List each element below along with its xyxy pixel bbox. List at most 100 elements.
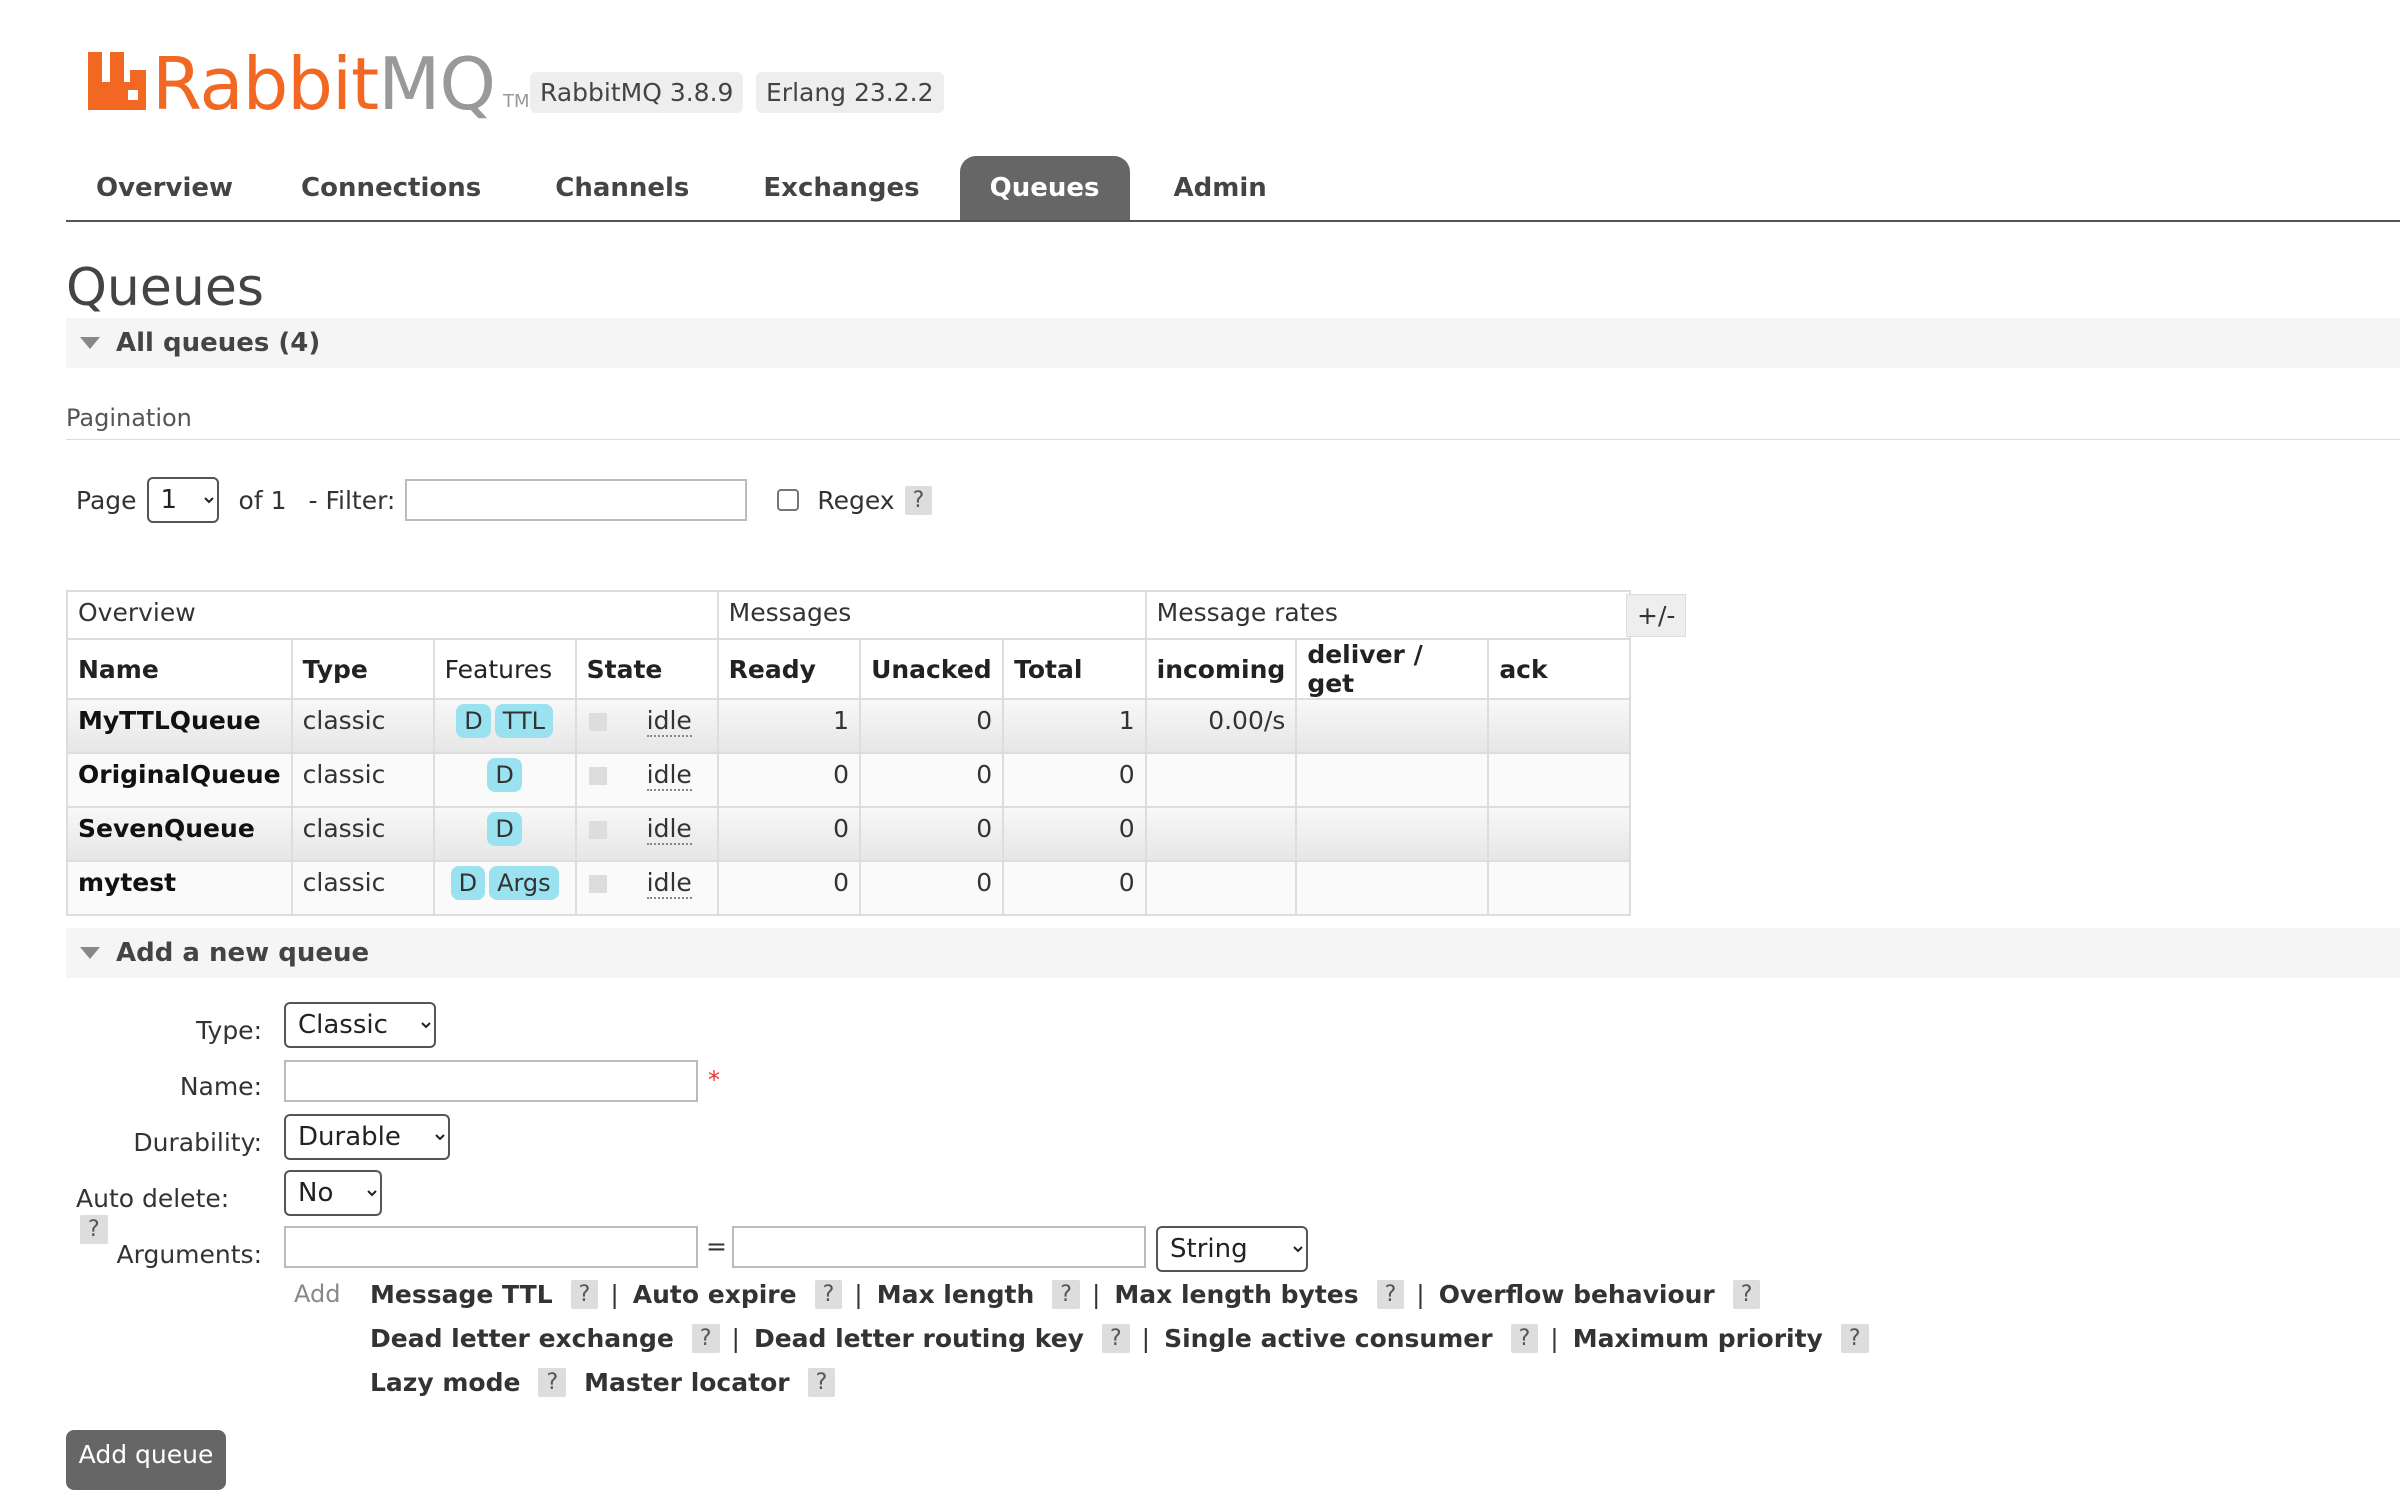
arg-link-message-ttl[interactable]: Message TTL bbox=[370, 1280, 553, 1309]
page-select[interactable]: 1 bbox=[146, 477, 219, 523]
state-label: idle bbox=[646, 760, 692, 791]
feature-badge-durable[interactable]: D bbox=[487, 812, 522, 846]
queue-name-link[interactable]: SevenQueue bbox=[66, 806, 293, 862]
help-icon[interactable]: ? bbox=[1101, 1324, 1130, 1353]
tab-admin[interactable]: Admin bbox=[1130, 156, 1311, 220]
table-row[interactable]: MyTTLQueue classic D TTL idle 1 0 1 0.00/… bbox=[66, 698, 1632, 754]
arg-link-single-active-consumer[interactable]: Single active consumer bbox=[1164, 1324, 1492, 1353]
col-name[interactable]: Name bbox=[66, 638, 293, 700]
auto-delete-label: Auto delete: ? bbox=[76, 1184, 230, 1244]
tab-queues[interactable]: Queues bbox=[959, 156, 1130, 220]
arg-link-max-length-bytes[interactable]: Max length bytes bbox=[1114, 1280, 1358, 1309]
col-unacked[interactable]: Unacked bbox=[859, 638, 1005, 700]
incoming-rate bbox=[1144, 860, 1298, 916]
table-row[interactable]: SevenQueue classic D idle 0 0 0 bbox=[66, 806, 1632, 862]
feature-badge-durable[interactable]: D bbox=[450, 866, 486, 900]
table-row[interactable]: OriginalQueue classic D idle 0 0 0 bbox=[66, 752, 1632, 808]
logo-wordmark: RabbitMQ bbox=[152, 42, 496, 126]
unacked-count: 0 bbox=[859, 752, 1005, 808]
durability-select[interactable]: Durable bbox=[284, 1114, 450, 1160]
unacked-count: 0 bbox=[859, 698, 1005, 754]
queue-state: idle bbox=[574, 806, 719, 862]
queue-name-link[interactable]: OriginalQueue bbox=[66, 752, 293, 808]
feature-badge-durable[interactable]: D bbox=[487, 758, 522, 792]
deliver-get-rate bbox=[1295, 698, 1490, 754]
help-icon[interactable]: ? bbox=[570, 1280, 599, 1309]
type-select[interactable]: Classic bbox=[284, 1002, 436, 1048]
help-icon[interactable]: ? bbox=[1052, 1280, 1080, 1309]
all-queues-toggle[interactable]: All queues (4) bbox=[66, 318, 2400, 368]
group-messages: Messages bbox=[716, 590, 1147, 640]
total-count: 0 bbox=[1002, 752, 1147, 808]
arg-link-maximum-priority[interactable]: Maximum priority bbox=[1573, 1324, 1823, 1353]
queue-name-input[interactable] bbox=[284, 1060, 698, 1102]
arg-link-overflow-behaviour[interactable]: Overflow behaviour bbox=[1439, 1280, 1715, 1309]
queue-type: classic bbox=[290, 698, 435, 754]
page-title: Queues bbox=[66, 258, 264, 318]
argument-shortcuts-row-3: Lazy mode? Master locator? bbox=[370, 1368, 836, 1397]
regex-checkbox[interactable] bbox=[777, 489, 800, 511]
arg-link-dead-letter-exchange[interactable]: Dead letter exchange bbox=[370, 1324, 674, 1353]
argument-type-select[interactable]: String bbox=[1156, 1226, 1308, 1272]
collapse-triangle-icon bbox=[80, 337, 100, 349]
collapse-triangle-icon bbox=[80, 947, 100, 959]
version-badge: RabbitMQ 3.8.9 bbox=[530, 72, 744, 113]
help-icon[interactable]: ? bbox=[1840, 1324, 1869, 1353]
total-count: 0 bbox=[1002, 806, 1147, 862]
add-queue-toggle[interactable]: Add a new queue bbox=[66, 928, 2400, 978]
help-icon[interactable]: ? bbox=[1732, 1280, 1761, 1309]
auto-delete-select[interactable]: No bbox=[284, 1170, 382, 1216]
argument-value-input[interactable] bbox=[732, 1226, 1146, 1268]
name-label: Name: bbox=[179, 1072, 262, 1101]
unacked-count: 0 bbox=[859, 806, 1005, 862]
help-icon[interactable]: ? bbox=[538, 1368, 567, 1397]
ack-rate bbox=[1487, 806, 1632, 862]
col-features[interactable]: Features bbox=[432, 638, 577, 700]
help-icon[interactable]: ? bbox=[814, 1280, 843, 1309]
pagination-divider bbox=[66, 439, 2400, 440]
col-total[interactable]: Total bbox=[1002, 638, 1147, 700]
incoming-rate bbox=[1144, 752, 1298, 808]
col-type[interactable]: Type bbox=[290, 638, 435, 700]
arg-link-auto-expire[interactable]: Auto expire bbox=[633, 1280, 797, 1309]
queue-state: idle bbox=[574, 698, 719, 754]
help-icon[interactable]: ? bbox=[807, 1368, 836, 1397]
argument-key-input[interactable] bbox=[284, 1226, 698, 1268]
help-icon[interactable]: ? bbox=[1510, 1324, 1539, 1353]
column-toggle-button[interactable]: +/- bbox=[1626, 594, 1687, 637]
state-indicator-icon bbox=[588, 713, 607, 731]
help-icon[interactable]: ? bbox=[1376, 1280, 1405, 1309]
col-ready[interactable]: Ready bbox=[716, 638, 862, 700]
table-row[interactable]: mytest classic D Args idle 0 0 0 bbox=[66, 860, 1632, 916]
rabbitmq-logo-icon bbox=[88, 52, 146, 110]
ready-count: 1 bbox=[716, 698, 862, 754]
col-deliver-get[interactable]: deliver / get bbox=[1295, 638, 1490, 700]
arguments-label: Arguments: bbox=[116, 1240, 262, 1269]
queue-name-link[interactable]: MyTTLQueue bbox=[66, 698, 293, 754]
tab-connections[interactable]: Connections bbox=[263, 156, 519, 220]
arg-link-lazy-mode[interactable]: Lazy mode bbox=[370, 1368, 520, 1397]
queue-name-link[interactable]: mytest bbox=[66, 860, 293, 916]
rabbitmq-logo: RabbitMQ TM bbox=[88, 30, 530, 120]
col-state[interactable]: State bbox=[574, 638, 719, 700]
queue-features: D bbox=[432, 806, 577, 862]
arg-link-max-length[interactable]: Max length bbox=[877, 1280, 1035, 1309]
regex-help-icon[interactable]: ? bbox=[904, 485, 933, 515]
filter-label: - Filter: bbox=[308, 485, 396, 515]
ready-count: 0 bbox=[716, 806, 862, 862]
feature-badge-durable[interactable]: D bbox=[456, 704, 491, 738]
help-icon[interactable]: ? bbox=[691, 1324, 720, 1353]
arg-link-master-locator[interactable]: Master locator bbox=[584, 1368, 789, 1397]
add-queue-button[interactable]: Add queue bbox=[66, 1430, 226, 1490]
col-incoming[interactable]: incoming bbox=[1144, 638, 1298, 700]
tab-exchanges[interactable]: Exchanges bbox=[725, 156, 959, 220]
feature-badge-args[interactable]: Args bbox=[489, 866, 559, 900]
tab-overview[interactable]: Overview bbox=[66, 156, 263, 220]
ack-rate bbox=[1487, 698, 1632, 754]
arg-link-dead-letter-routing-key[interactable]: Dead letter routing key bbox=[754, 1324, 1084, 1353]
tab-channels[interactable]: Channels bbox=[519, 156, 725, 220]
feature-badge-ttl[interactable]: TTL bbox=[494, 704, 553, 738]
queue-features: D TTL bbox=[432, 698, 577, 754]
filter-input[interactable] bbox=[405, 479, 748, 521]
col-ack[interactable]: ack bbox=[1487, 638, 1632, 700]
